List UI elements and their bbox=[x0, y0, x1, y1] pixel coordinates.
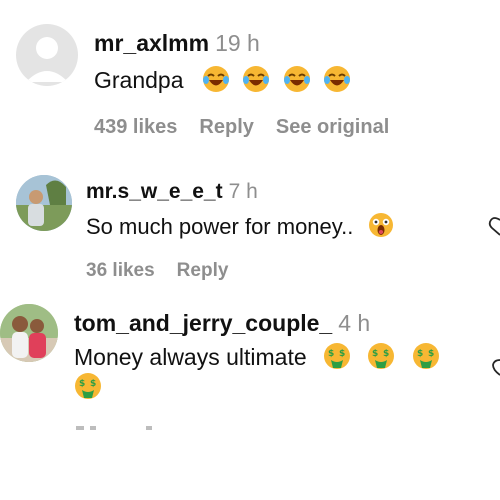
reply-button[interactable]: Reply bbox=[199, 116, 253, 138]
comment-2: mr.s_w_e_e_t 7 h So much power for money.… bbox=[0, 160, 500, 290]
comment-text: Grandpa bbox=[94, 67, 184, 94]
see-original-button[interactable]: See original bbox=[276, 116, 389, 138]
face-screaming-in-fear-icon bbox=[368, 212, 394, 244]
reply-button[interactable]: Reply bbox=[177, 260, 229, 281]
face-with-tears-of-joy-icon bbox=[283, 65, 311, 99]
clipped-actions-row bbox=[76, 426, 196, 430]
timestamp: 4 h bbox=[338, 310, 371, 336]
heart-icon[interactable] bbox=[488, 216, 500, 241]
face-with-tears-of-joy-icon bbox=[323, 65, 351, 99]
heart-icon[interactable] bbox=[492, 356, 500, 381]
svg-text:$: $ bbox=[328, 349, 334, 359]
face-with-tears-of-joy-icon bbox=[242, 65, 270, 99]
svg-text:$: $ bbox=[417, 349, 423, 359]
likes-count[interactable]: 36 likes bbox=[86, 260, 155, 281]
avatar[interactable] bbox=[16, 175, 72, 231]
svg-text:$: $ bbox=[339, 349, 345, 359]
face-with-tears-of-joy-icon bbox=[202, 65, 230, 99]
svg-text:$: $ bbox=[372, 349, 378, 359]
comment-text: Money always ultimate bbox=[74, 344, 307, 371]
likes-count[interactable]: 439 likes bbox=[94, 116, 177, 138]
money-mouth-face-icon: $ $ bbox=[412, 342, 440, 376]
avatar[interactable] bbox=[16, 24, 78, 86]
money-mouth-face-icon: $ $ bbox=[74, 372, 102, 405]
avatar[interactable] bbox=[0, 304, 58, 362]
timestamp: 19 h bbox=[215, 30, 260, 56]
comment-text: So much power for money.. bbox=[86, 213, 354, 239]
money-mouth-face-icon: $ $ bbox=[367, 342, 395, 376]
svg-text:$: $ bbox=[428, 349, 434, 359]
svg-text:$: $ bbox=[383, 349, 389, 359]
comment-3: tom_and_jerry_couple_ 4 h Money always ul… bbox=[0, 290, 500, 500]
svg-text:$: $ bbox=[79, 379, 85, 389]
username[interactable]: mr.s_w_e_e_t bbox=[86, 180, 223, 203]
svg-text:$: $ bbox=[90, 379, 96, 389]
username[interactable]: tom_and_jerry_couple_ bbox=[74, 310, 332, 336]
timestamp: 7 h bbox=[228, 180, 258, 203]
comment-1: mr_axlmm 19 h Grandpa 439 likes Reply See o… bbox=[0, 0, 500, 160]
money-mouth-face-icon: $ $ bbox=[323, 342, 351, 376]
username[interactable]: mr_axlmm bbox=[94, 30, 209, 56]
